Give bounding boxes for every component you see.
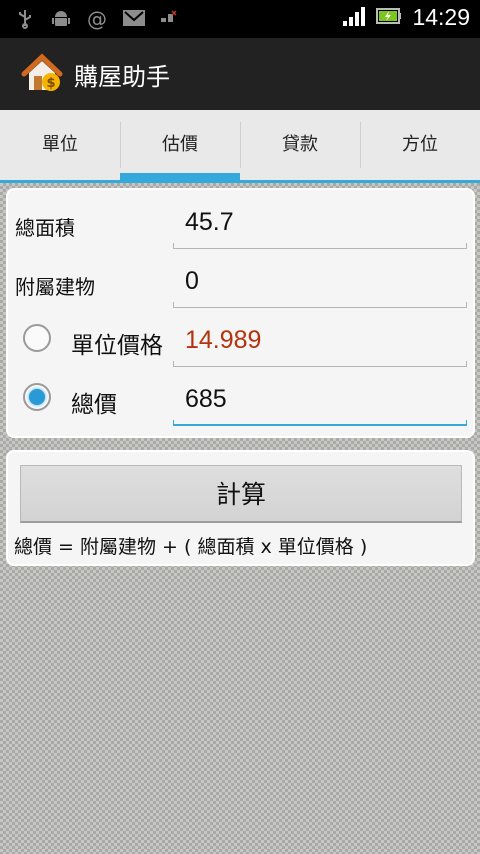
tab-label: 估價 <box>162 134 198 155</box>
unit-price-label: 單位價格 <box>71 333 163 359</box>
status-bar: @ 14:29 <box>0 0 480 38</box>
at-sign-icon: @ <box>87 7 107 31</box>
total-area-input[interactable]: 45.7 <box>173 190 467 249</box>
battery-charging-icon <box>376 6 402 30</box>
action-bar: $ 購屋助手 <box>0 38 480 111</box>
svg-text:$: $ <box>46 76 55 91</box>
cell-signal-icon <box>342 5 366 31</box>
total-area-label: 總面積 <box>15 216 75 240</box>
tab-label: 方位 <box>402 134 438 155</box>
tab-unit[interactable]: 單位 <box>0 110 120 180</box>
status-time: 14:29 <box>412 4 470 30</box>
total-area-value: 45.7 <box>185 208 234 236</box>
tab-estimate[interactable]: 估價 <box>120 110 240 180</box>
formula-text: 總價 = 附屬建物 + ( 總面積 x 單位價格 ) <box>14 536 368 558</box>
tab-label: 貸款 <box>282 134 318 155</box>
house-dollar-icon[interactable]: $ <box>20 52 64 96</box>
total-price-radio[interactable] <box>23 383 51 411</box>
auxiliary-building-row: 附屬建物 0 <box>8 249 473 308</box>
android-debug-icon <box>50 8 72 30</box>
tab-orientation[interactable]: 方位 <box>360 110 480 180</box>
calculate-button[interactable]: 計算 <box>20 465 462 523</box>
total-price-label: 總價 <box>71 392 117 418</box>
gmail-icon <box>122 8 145 30</box>
total-price-input[interactable]: 685 <box>173 367 467 426</box>
calculate-panel: 計算 總價 = 附屬建物 + ( 總面積 x 單位價格 ) <box>6 450 475 566</box>
auxiliary-building-input[interactable]: 0 <box>173 249 467 308</box>
total-area-row: 總面積 45.7 <box>8 190 473 249</box>
tab-bar: 單位 估價 貸款 方位 <box>0 110 480 183</box>
unit-price-input[interactable]: 14.989 <box>173 308 467 367</box>
tab-label: 單位 <box>42 134 78 155</box>
tab-loan[interactable]: 貸款 <box>240 110 360 180</box>
total-price-value: 685 <box>185 385 227 413</box>
signal-disconnected-icon <box>158 8 180 30</box>
usb-icon <box>14 8 36 30</box>
notification-icons: @ <box>14 8 180 30</box>
app-title: 購屋助手 <box>74 63 170 91</box>
unit-price-value: 14.989 <box>185 326 262 354</box>
unit-price-row: 單位價格 14.989 <box>8 308 473 367</box>
total-price-row: 總價 685 <box>8 367 473 426</box>
auxiliary-building-value: 0 <box>185 267 199 295</box>
auxiliary-building-label: 附屬建物 <box>15 275 95 299</box>
estimate-form: 總面積 45.7 附屬建物 0 單位價格 14.989 總價 685 <box>6 188 475 438</box>
status-right: 14:29 <box>342 4 470 31</box>
unit-price-radio[interactable] <box>23 324 51 352</box>
